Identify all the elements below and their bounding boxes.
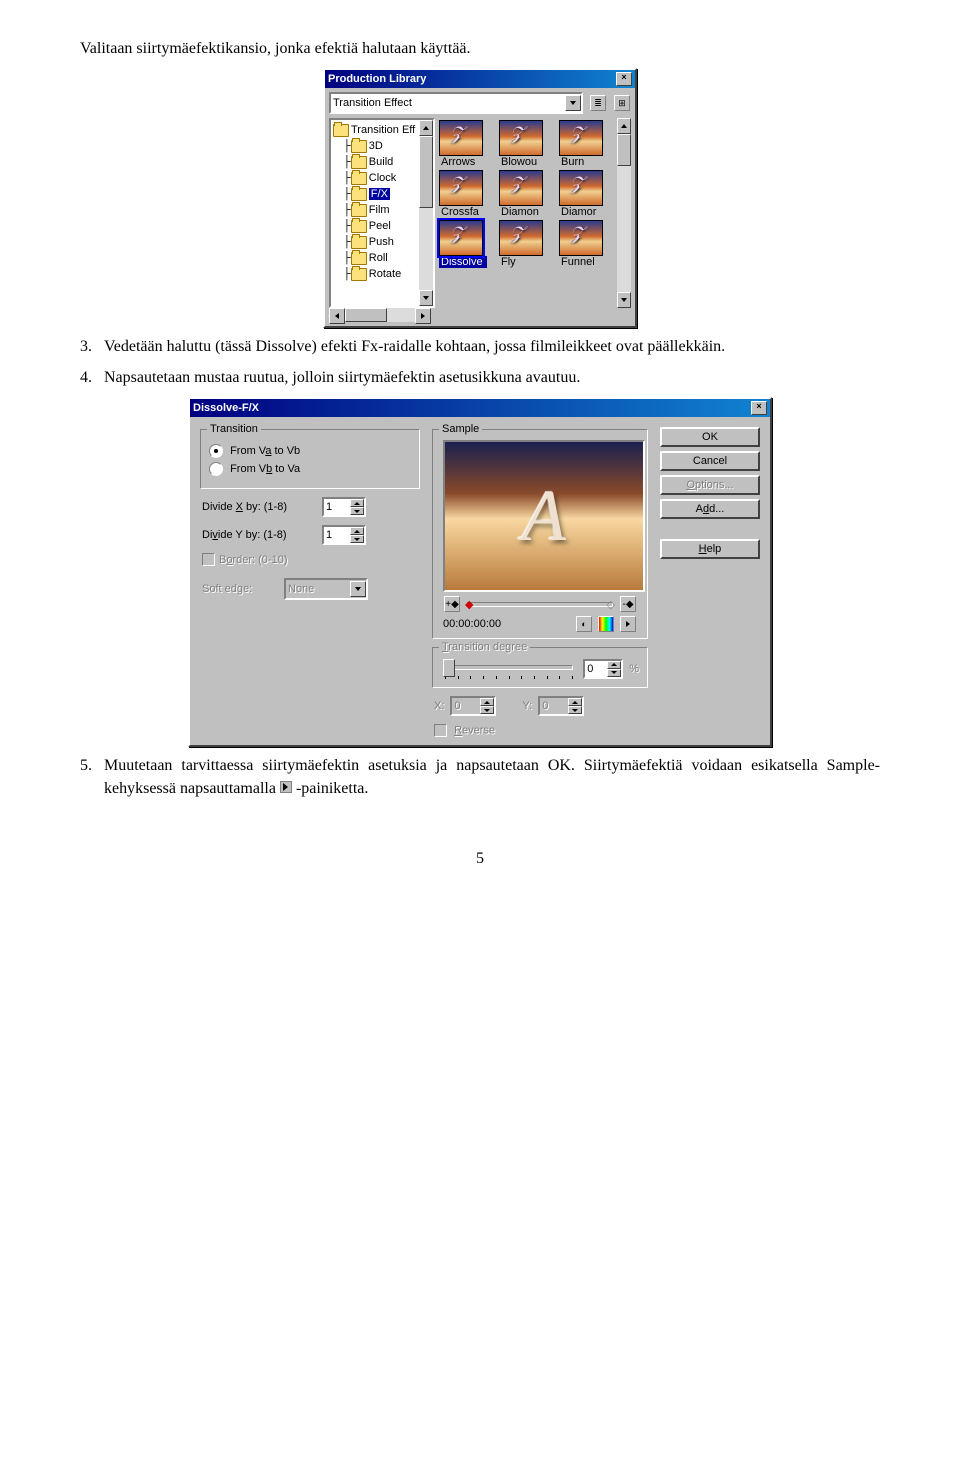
folder-icon [333,124,349,137]
tree-item[interactable]: ├Peel [343,218,419,234]
close-icon[interactable]: × [751,401,767,415]
scroll-up-icon[interactable] [617,118,631,134]
folder-tree[interactable]: Transition Eff ├3D ├Build ├Clock ├F/X ├F… [329,118,435,308]
dividey-label: Divide Y by: (1-8) [202,529,322,541]
folder-icon [351,156,367,169]
close-icon[interactable]: × [616,72,632,86]
transition-group: Transition From Va to Vb From Vb to Va [200,429,420,489]
effect-thumb[interactable]: Fly [499,220,555,268]
tree-scrollbar[interactable] [419,120,433,306]
effect-thumb[interactable]: Crossfa [439,170,495,218]
degree-slider[interactable] [441,658,577,676]
spin-up-icon[interactable] [350,527,364,535]
help-button[interactable]: Help [660,539,760,559]
scroll-right-icon[interactable] [415,308,431,324]
radio-vb-va[interactable]: From Vb to Va [209,462,411,476]
tree-root[interactable]: Transition Eff [333,122,419,138]
folder-icon [351,140,367,153]
palette-icon[interactable] [598,616,614,632]
spin-down-icon[interactable] [350,535,364,543]
library-titlebar[interactable]: Production Library × [325,70,635,88]
effect-thumb-selected[interactable]: Dissolve [439,220,495,268]
degree-group: Transition degree % [432,647,648,688]
tree-item[interactable]: ├Clock [343,170,419,186]
options-button: Options... [660,475,760,495]
step3-text: 3.Vedetään haluttu (tässä Dissolve) efek… [80,336,880,358]
spin-up-icon[interactable] [350,499,364,507]
reverse-row: Reverse [426,720,654,741]
add-key-icon[interactable]: +◆ [444,596,460,612]
folder-icon [351,236,367,249]
border-checkbox [202,553,215,566]
spin-down-icon[interactable] [350,507,364,515]
chevron-down-icon[interactable] [565,95,581,111]
play-icon [280,781,292,793]
play-button[interactable] [620,616,636,632]
folder-icon [351,172,367,185]
folder-icon [351,204,367,217]
step4-text: 4.Napsautetaan mustaa ruutua, jolloin si… [80,367,880,389]
tree-item[interactable]: ├3D [343,138,419,154]
folder-icon [351,220,367,233]
thumbs-scrollbar[interactable] [617,118,631,308]
remove-key-icon[interactable]: -◆ [620,596,636,612]
gauge-icon[interactable]: ◐ [576,616,592,632]
degree-input[interactable] [583,659,623,679]
ok-button[interactable]: OK [660,427,760,447]
page-number: 5 [80,850,880,868]
scroll-down-icon[interactable] [617,292,631,308]
key-slider[interactable]: ◆ ◇ [463,598,617,610]
effect-thumb[interactable]: Funnel [559,220,615,268]
effect-thumb[interactable]: Diamon [499,170,555,218]
effect-thumb[interactable]: Blowou [499,120,555,168]
add-button[interactable]: Add... [660,499,760,519]
scroll-down-icon[interactable] [419,290,433,306]
reverse-checkbox [434,724,447,737]
production-library-window: Production Library × Transition Effect ≣… [323,68,637,328]
list-view-icon[interactable]: ≣ [590,95,606,111]
effect-thumb[interactable]: Arrows [439,120,495,168]
cancel-button[interactable]: Cancel [660,451,760,471]
thumb-view-icon[interactable]: ⊞ [614,95,630,111]
intro-text: Valitaan siirtymäefektikansio, jonka efe… [80,38,880,60]
tree-item[interactable]: ├Roll [343,250,419,266]
tree-item[interactable]: ├Rotate [343,266,419,282]
effect-type-dropdown[interactable]: Transition Effect [329,92,583,114]
dialog-title: Dissolve-F/X [193,402,259,414]
effect-thumb[interactable]: Diamor [559,170,615,218]
sample-preview: A [443,440,645,592]
dividey-input[interactable] [322,525,366,545]
tree-item-selected[interactable]: ├F/X [343,186,419,202]
dialog-titlebar[interactable]: Dissolve-F/X × [190,399,770,417]
folder-icon [351,268,367,281]
radio-va-vb[interactable]: From Va to Vb [209,444,411,458]
sample-group: Sample A +◆ ◆ ◇ -◆ 00:00:00:00 ◐ [432,429,648,639]
folder-icon [351,252,367,265]
tree-hscroll[interactable] [329,308,431,322]
dissolve-dialog: Dissolve-F/X × Transition From Va to Vb … [188,397,772,747]
tree-item[interactable]: ├Film [343,202,419,218]
step5-text: 5. Muutetaan tarvittaessa siirtymäefekti… [80,755,880,800]
chevron-down-icon [350,581,366,597]
dividex-input[interactable] [322,497,366,517]
softedge-row: Soft edge: None [194,570,426,608]
folder-icon [351,188,367,201]
library-title: Production Library [328,73,426,85]
scroll-left-icon[interactable] [329,308,345,324]
xy-row: X: Y: [426,692,654,720]
effect-thumb[interactable]: Burn [559,120,615,168]
dividex-label: Divide X by: (1-8) [202,501,322,513]
scroll-up-icon[interactable] [419,120,433,136]
border-row: Border: (0-10) [194,549,426,570]
timecode: 00:00:00:00 [443,618,501,630]
tree-item[interactable]: ├Push [343,234,419,250]
tree-item[interactable]: ├Build [343,154,419,170]
